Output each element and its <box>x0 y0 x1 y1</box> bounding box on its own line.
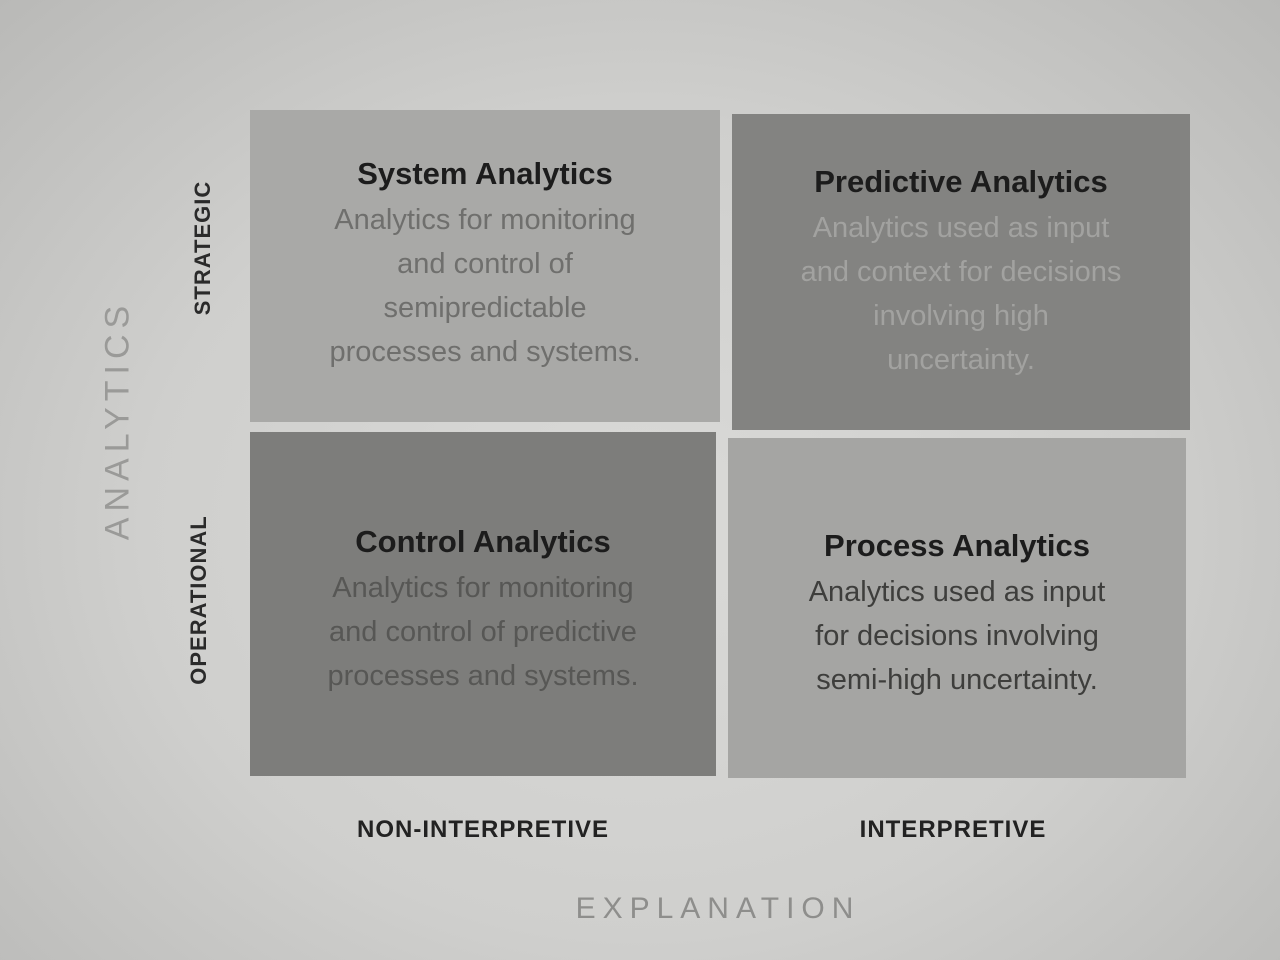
quadrant-control-analytics: Control Analytics Analytics for monitori… <box>250 432 716 776</box>
page-background: ANALYTICS STRATEGIC OPERATIONAL System A… <box>0 0 1280 960</box>
quadrant-title: Predictive Analytics <box>814 164 1108 199</box>
column-label-interpretive: INTERPRETIVE <box>859 816 1047 843</box>
x-axis-title: EXPLANATION <box>575 892 861 925</box>
row-label-operational: OPERATIONAL <box>186 515 211 685</box>
quadrant-process-analytics: Process Analytics Analytics used as inpu… <box>728 438 1186 778</box>
quadrant-description: Analytics used as input for decisions in… <box>808 576 1106 696</box>
column-label-non-interpretive: NON-INTERPRETIVE <box>356 816 610 843</box>
quadrant-predictive-analytics: Predictive Analytics Analytics used as i… <box>732 114 1190 430</box>
quadrant-description: Analytics used as input and context for … <box>800 212 1122 376</box>
quadrant-title: Control Analytics <box>355 524 611 559</box>
row-label-strategic: STRATEGIC <box>190 180 215 316</box>
y-axis-title: ANALYTICS <box>98 299 137 541</box>
quadrant-description: Analytics for monitoring and control of … <box>327 572 639 692</box>
quadrant-title: Process Analytics <box>824 528 1090 563</box>
quadrant-description: Analytics for monitoring and control of … <box>329 204 641 368</box>
quadrant-system-analytics: System Analytics Analytics for monitorin… <box>250 110 720 422</box>
quadrant-title: System Analytics <box>357 156 613 191</box>
